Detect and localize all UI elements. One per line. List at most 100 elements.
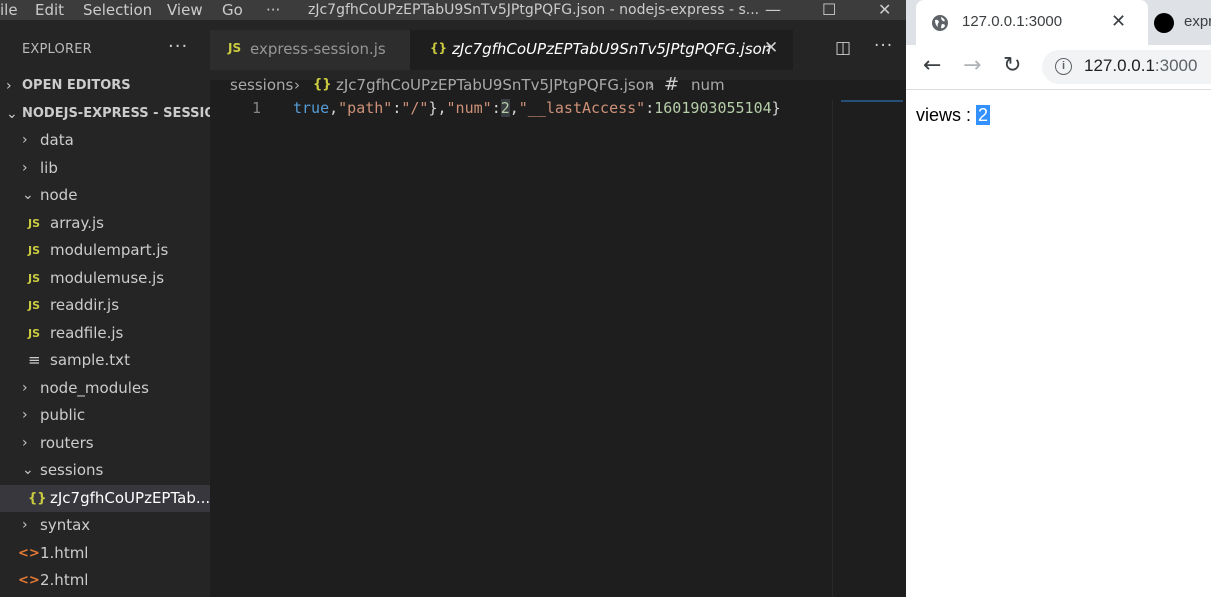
split-editor-icon[interactable]: ◫ <box>835 38 851 58</box>
tree-item-label: data <box>40 131 74 149</box>
explorer-more-icon[interactable]: ··· <box>168 36 188 57</box>
html-file-icon: <> <box>18 545 40 561</box>
tree-item-label: 2.html <box>40 571 89 589</box>
breadcrumb-file[interactable]: zJc7gfhCoUPzEPTabU9SnTv5JPtgPQFG.json <box>336 70 654 100</box>
js-file-icon: JS <box>28 216 41 230</box>
menu-go[interactable]: Go <box>222 0 243 20</box>
browser-window: 127.0.0.1:3000 ✕ expr ← → ↻ i 127.0.0.1:… <box>906 0 1211 597</box>
window-title: zJc7gfhCoUPzEPTabU9SnTv5JPtgPQFG.json - … <box>308 2 760 18</box>
js-file-icon: JS <box>28 271 41 285</box>
tree-item-label: readfile.js <box>50 323 124 342</box>
minimap-line <box>841 100 903 102</box>
minimap[interactable] <box>832 100 906 597</box>
code-token: , <box>509 99 519 117</box>
folder-data[interactable]: › data <box>0 127 210 154</box>
tree-item-label: node_modules <box>40 378 149 397</box>
project-label: NODEJS-EXPRESS - SESSIO... <box>22 106 210 121</box>
line-number: 1 <box>252 99 262 117</box>
tree-item-label: routers <box>40 433 94 452</box>
js-file-icon: JS <box>228 41 242 55</box>
code-token: }, <box>428 99 447 117</box>
browser-tab-title[interactable]: expr <box>1184 13 1211 30</box>
code-token: } <box>771 99 781 117</box>
tree-item-label: array.js <box>50 213 104 232</box>
browser-tabstrip: 127.0.0.1:3000 ✕ expr <box>906 0 1211 45</box>
views-text: views : 2 <box>916 105 991 126</box>
folder-syntax[interactable]: › syntax <box>0 512 210 539</box>
breadcrumb-folder[interactable]: sessions <box>230 70 293 100</box>
tree-item-label: syntax <box>40 516 91 534</box>
tree-item-label: lib <box>40 158 58 177</box>
chevron-down-icon: ⌄ <box>22 187 34 203</box>
chevron-right-icon: › <box>22 407 28 423</box>
tab-session-json[interactable]: {} zJc7gfhCoUPzEPTabU9SnTv5JPtgPQFG.json… <box>410 30 793 70</box>
tab-label: zJc7gfhCoUPzEPTabU9SnTv5JPtgPQFG.json <box>452 40 772 58</box>
menu-edit[interactable]: Edit <box>35 0 64 20</box>
breadcrumb-symbol[interactable]: num <box>691 70 725 100</box>
json-file-icon: {} <box>28 490 47 506</box>
url-text[interactable]: 127.0.0.1:3000 <box>1084 56 1197 76</box>
vscode-window: ile Edit Selection View Go ··· zJc7gfhCo… <box>0 0 906 597</box>
code-token: , <box>329 99 339 117</box>
js-file-icon: JS <box>28 326 41 340</box>
reload-icon[interactable]: ↻ <box>1003 53 1021 78</box>
folder-node[interactable]: ⌄ node <box>0 182 210 209</box>
chevron-right-icon: › <box>22 517 28 533</box>
back-arrow-icon[interactable]: ← <box>923 53 941 78</box>
folder-sessions[interactable]: ⌄ sessions <box>0 457 210 484</box>
close-tab-icon[interactable]: ✕ <box>1111 11 1126 32</box>
code-token: "/" <box>401 99 429 117</box>
tree-item-label: readdir.js <box>50 296 120 314</box>
file-readfile-js[interactable]: JS readfile.js <box>0 320 210 347</box>
file-zjc7gfhcoupzeptab[interactable]: {} zJc7gfhCoUPzEPTab... <box>0 484 210 512</box>
editor-more-icon[interactable]: ··· <box>874 36 893 56</box>
code-token: true <box>293 99 330 117</box>
url-port: :3000 <box>1154 56 1198 75</box>
file-2-html[interactable]: <> 2.html <box>0 567 210 594</box>
chevron-down-icon: ⌄ <box>22 462 34 478</box>
breadcrumb-separator: › <box>648 76 654 94</box>
code-token: "num" <box>446 99 492 117</box>
project-section[interactable]: ⌄ NODEJS-EXPRESS - SESSIO... <box>0 101 210 127</box>
tree-item-label: node <box>40 186 78 204</box>
titlebar: ile Edit Selection View Go ··· zJc7gfhCo… <box>0 0 906 20</box>
tree-item-label: modulempart.js <box>50 241 169 259</box>
open-editors-section[interactable]: › OPEN EDITORS <box>0 73 210 99</box>
folder-lib[interactable]: › lib <box>0 155 210 182</box>
chevron-down-icon: ⌄ <box>6 106 18 122</box>
file-sample-txt[interactable]: ≡ sample.txt <box>0 347 210 374</box>
maximize-icon[interactable]: ☐ <box>822 0 836 20</box>
close-tab-icon[interactable]: ✕ <box>764 38 778 58</box>
menu-view[interactable]: View <box>167 0 203 20</box>
folder-node-modules[interactable]: › node_modules <box>0 375 210 402</box>
folder-routers[interactable]: › routers <box>0 430 210 457</box>
code-token: : <box>645 99 655 117</box>
tree-item-label: public <box>40 406 86 424</box>
info-icon[interactable]: i <box>1055 58 1072 75</box>
close-window-icon[interactable]: ✕ <box>878 0 891 20</box>
file-modulempart-js[interactable]: JS modulempart.js <box>0 237 210 264</box>
chevron-right-icon: › <box>6 78 12 94</box>
file-array-js[interactable]: JS array.js <box>0 210 210 237</box>
views-label: views : <box>916 105 977 125</box>
browser-tab-title: 127.0.0.1:3000 <box>962 13 1063 30</box>
menu-more[interactable]: ··· <box>266 0 280 20</box>
folder-public[interactable]: › public <box>0 402 210 429</box>
tab-express-session[interactable]: JS express-session.js <box>210 30 410 70</box>
chevron-right-icon: › <box>22 132 28 148</box>
json-file-icon: {} <box>313 77 332 92</box>
minimize-icon[interactable]: — <box>765 0 781 20</box>
js-file-icon: JS <box>28 244 41 257</box>
code-line[interactable]: true,"path":"/"},"num":2,"__lastAccess":… <box>293 99 781 117</box>
menu-file[interactable]: ile <box>0 0 18 20</box>
file-1-html[interactable]: <> 1.html <box>0 540 210 567</box>
file-readdir-js[interactable]: JS readdir.js <box>0 292 210 319</box>
page-content <box>906 91 1211 597</box>
html-file-icon: <> <box>18 573 40 588</box>
url-host: 127.0.0.1 <box>1084 56 1155 75</box>
code-editor[interactable] <box>210 100 830 597</box>
forward-arrow-icon[interactable]: → <box>963 53 981 78</box>
file-modulemuse-js[interactable]: JS modulemuse.js <box>0 265 210 292</box>
menu-selection[interactable]: Selection <box>83 0 152 20</box>
code-token: 2 <box>500 99 510 117</box>
